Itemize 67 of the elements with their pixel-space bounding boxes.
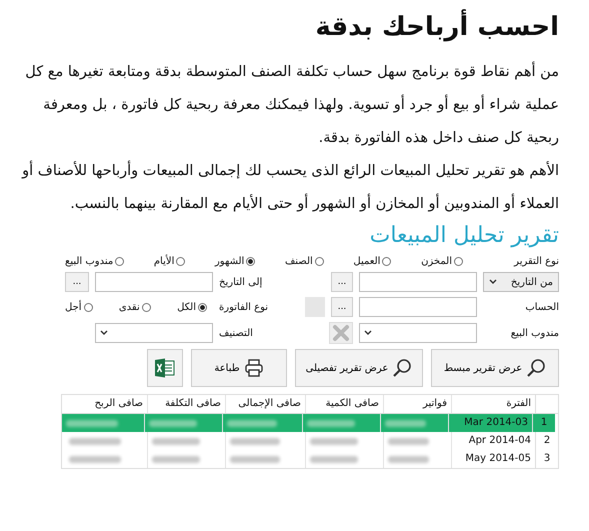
radio-option[interactable]: مندوب البيع <box>65 256 124 267</box>
radio-option[interactable]: أجل <box>65 302 93 312</box>
field-label: نوع التقرير <box>512 256 559 267</box>
browse-button[interactable]: ... <box>331 272 353 292</box>
blurred-value <box>152 456 200 462</box>
blurred-value <box>388 456 430 462</box>
blurred-value <box>310 456 358 462</box>
blurred-value <box>66 420 118 426</box>
printer-icon <box>244 358 264 378</box>
report-button[interactable]: عرض تقرير مبسط <box>431 349 559 387</box>
table-cell[interactable]: May 2014-05 <box>451 450 535 468</box>
row-number: 1 <box>532 414 555 432</box>
blurred-value <box>149 420 198 426</box>
paragraph: من أهم نقاط قوة برنامج سهل حساب تكلفة الصنف المتوسطة بدقة ومتابعة تغيرها مع كل عملية شراء أو بيع أو جرد أو تسوية. ولهذا فيمكنك معرفة ربحية كل فاتورة ، بل ومعرفة ربحية كل صنف داخل هذه الفاتورة بدقة. <box>22 56 559 155</box>
radio-option[interactable]: الأيام <box>154 256 186 267</box>
blurred-value <box>230 438 280 444</box>
search-icon <box>392 358 412 378</box>
chevron-icon <box>100 330 108 336</box>
chevron-icon <box>489 279 497 285</box>
disabled-swatch <box>305 297 325 317</box>
column-header[interactable]: فواتير <box>383 395 451 413</box>
radio-option[interactable]: الشهور <box>214 256 256 267</box>
radio-option[interactable]: الصنف <box>284 256 324 267</box>
print-button[interactable]: طباعة <box>191 349 287 387</box>
browse-button[interactable]: ... <box>65 272 89 292</box>
blurred-value <box>230 456 280 462</box>
row-number: 3 <box>535 450 558 468</box>
table-cell[interactable]: Mar 2014-03 <box>448 414 532 432</box>
column-header[interactable]: الفترة <box>451 395 535 413</box>
excel-button[interactable] <box>147 349 183 387</box>
column-header[interactable]: صافى الإجمالى <box>225 395 305 413</box>
radio-option[interactable]: نقدى <box>118 302 151 312</box>
report-button[interactable]: عرض تقرير تفصيلى <box>295 349 423 387</box>
row-number: 2 <box>535 432 558 450</box>
category-dropdown[interactable] <box>95 323 213 343</box>
column-header[interactable]: صافى الربح <box>65 395 147 413</box>
date-type-dropdown[interactable]: من التاريخ <box>483 272 559 292</box>
search-icon <box>526 358 546 378</box>
field-label: نوع الفاتورة <box>219 302 270 312</box>
clear-icon[interactable] <box>329 322 353 344</box>
spreadsheet-icon <box>154 358 176 378</box>
paragraph: الأهم هو تقرير تحليل المبيعات الرائع الذى يحسب لك إجمالى المبيعات وأرباحها للأصناف أو العملاء أو المندوبين أو المخازن أو الشهور أو حتى الأيام مع المقارنة بينهما بالنسب. <box>22 155 559 221</box>
blurred-value <box>69 456 121 462</box>
blurred-value <box>388 438 430 444</box>
field-label: الحساب <box>524 302 559 312</box>
report-title: تقرير تحليل المبيعات <box>368 223 559 248</box>
column-header[interactable]: صافى الكمية <box>305 395 383 413</box>
date-to-field[interactable] <box>95 272 213 292</box>
radio-option[interactable]: الكل <box>177 302 207 312</box>
radio-option[interactable]: العميل <box>353 256 392 267</box>
blurred-value <box>310 438 358 444</box>
date-from-field[interactable] <box>359 272 477 292</box>
blurred-value <box>152 438 200 444</box>
column-header[interactable]: صافى التكلفة <box>147 395 225 413</box>
blurred-value <box>385 420 426 426</box>
chevron-icon <box>364 330 372 336</box>
browse-button[interactable]: ... <box>331 297 353 317</box>
blurred-value <box>69 438 121 444</box>
blurred-value <box>227 420 277 426</box>
field-label: التصنيف <box>219 328 254 338</box>
account-field[interactable] <box>359 297 477 317</box>
table-cell[interactable]: Apr 2014-04 <box>451 432 535 450</box>
field-label: إلى التاريخ <box>219 276 264 288</box>
radio-option[interactable]: المخزن <box>421 256 463 267</box>
field-label: مندوب البيع <box>510 328 559 338</box>
sales-rep-dropdown[interactable] <box>359 323 477 343</box>
blurred-value <box>307 420 356 426</box>
